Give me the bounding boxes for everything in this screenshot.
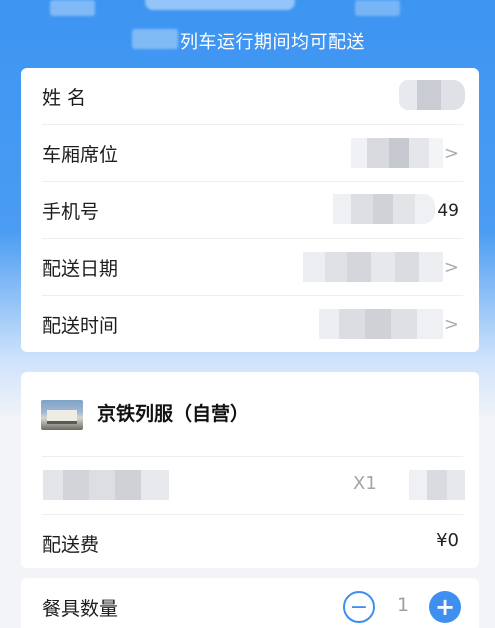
delivery-fee-label: 配送费 [42, 534, 100, 556]
blurred-header-text [50, 0, 95, 16]
blurred-header-text [355, 0, 400, 16]
form-row-name[interactable]: 姓 名 [21, 68, 479, 125]
item-quantity: X1 [353, 473, 377, 494]
order-card: 京铁列服（自营） X1 配送费 ¥0 [21, 372, 479, 568]
row-divider [42, 514, 463, 515]
minus-icon: − [349, 594, 369, 620]
form-label-name: 姓 名 [42, 87, 87, 109]
tableware-count: 1 [397, 594, 410, 616]
delivery-subtitle: 列车运行期间均可配送 [180, 32, 365, 53]
blurred-header-text [145, 0, 295, 10]
blurred-seat-value [351, 138, 443, 168]
blurred-subtitle-prefix [132, 29, 178, 49]
form-row-date[interactable]: 配送日期 > [21, 239, 479, 296]
shop-name: 京铁列服（自营） [97, 403, 250, 425]
decrease-button[interactable]: − [343, 591, 375, 623]
chevron-right-icon: > [443, 314, 459, 335]
form-label-seat: 车厢席位 [42, 144, 119, 166]
delivery-fee-value: ¥0 [436, 530, 459, 551]
tableware-card: 餐具数量 − 1 + [21, 578, 479, 628]
form-row-phone[interactable]: 手机号 49 [21, 182, 479, 239]
increase-button[interactable]: + [429, 591, 461, 623]
form-row-seat[interactable]: 车厢席位 > [21, 125, 479, 182]
blurred-item-price [409, 470, 465, 500]
blurred-time-value [319, 309, 443, 339]
blurred-date-value [303, 252, 443, 282]
row-divider [42, 456, 463, 457]
blurred-phone-value [333, 194, 435, 224]
header-area: 列车运行期间均可配送 [0, 0, 495, 68]
tableware-label: 餐具数量 [42, 598, 119, 620]
form-label-time: 配送时间 [42, 315, 119, 337]
chevron-right-icon: > [443, 143, 459, 164]
phone-suffix: 49 [437, 200, 459, 221]
plus-icon: + [434, 593, 456, 621]
form-label-date: 配送日期 [42, 258, 119, 280]
chevron-right-icon: > [443, 257, 459, 278]
form-row-time[interactable]: 配送时间 > [21, 296, 479, 353]
shop-logo [41, 400, 83, 430]
blurred-item-name [43, 470, 169, 500]
blurred-name-value [399, 80, 465, 110]
passenger-info-card: 姓 名 车厢席位 > 手机号 49 配送日期 > 配送时间 > [21, 68, 479, 352]
form-label-phone: 手机号 [42, 201, 100, 223]
